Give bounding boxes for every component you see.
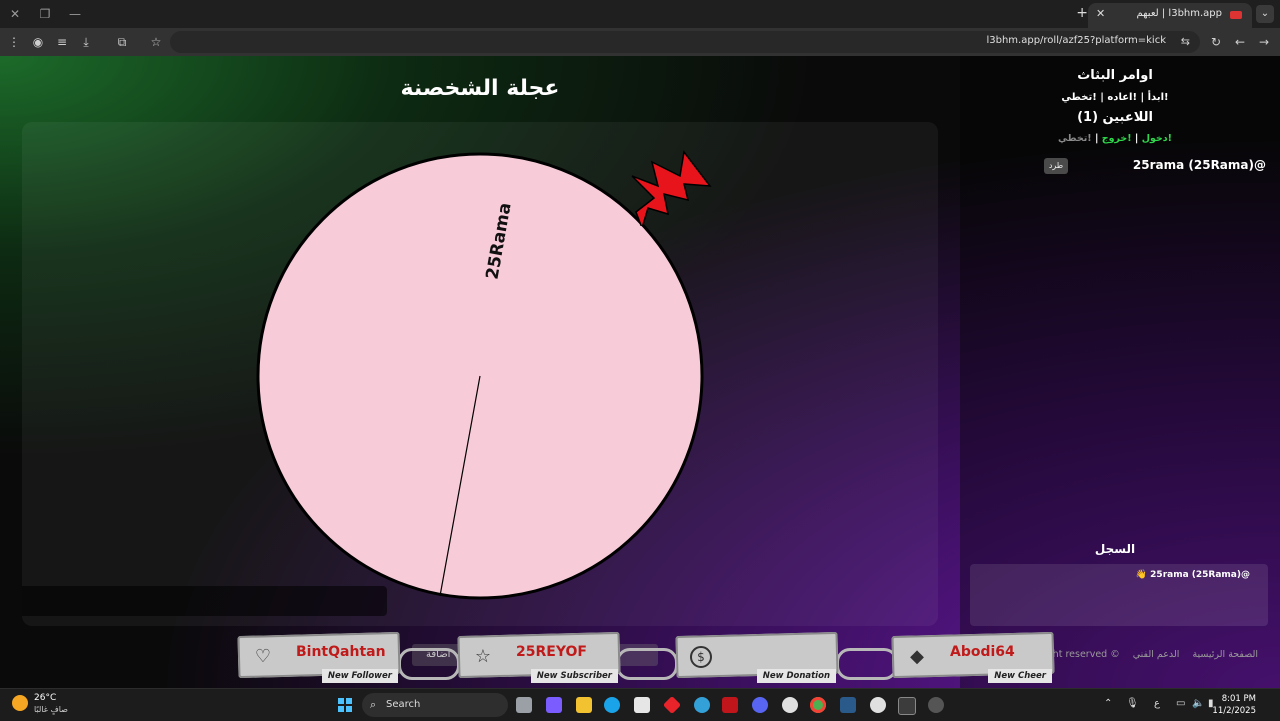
discord-icon[interactable]	[752, 697, 768, 713]
skip-command: !تخطي	[1058, 133, 1092, 144]
alert-card: ◆ Abodi64 New Cheer	[891, 631, 1055, 684]
page-content: عجلة الشخصنة 25Rama اوامر البثاث !ابدأ |…	[0, 56, 1280, 688]
menu-kebab-icon[interactable]: ⋮	[6, 34, 22, 50]
app-circle-icon[interactable]	[928, 697, 944, 713]
player-commands: !دخول | !خروج | !تخطي	[960, 133, 1270, 144]
commands-title: اوامر البثاث	[1077, 68, 1153, 83]
footer-support-link[interactable]: الدعم الفني	[1133, 649, 1180, 660]
alert-type: New Cheer	[988, 669, 1052, 683]
profile-icon[interactable]: ◉	[30, 34, 46, 50]
tab-favicon-icon	[1230, 11, 1242, 19]
footer-rights: © ght reserved	[1046, 649, 1120, 660]
browser-tab-bar: ✕ ❐ — + ✕ l3bhm.app | لعبهم ⌄	[0, 0, 1280, 28]
page-title: عجلة الشخصنة	[400, 76, 560, 101]
tab-search-icon[interactable]: ⌄	[1256, 5, 1274, 23]
alert-card: ♡ BintQahtan New Follower	[237, 631, 401, 684]
file-explorer-icon[interactable]	[576, 697, 592, 713]
join-command: !دخول	[1141, 133, 1172, 144]
forward-icon[interactable]: ←	[1232, 34, 1248, 50]
steam-icon[interactable]	[840, 697, 856, 713]
alert-name: BintQahtan	[296, 644, 386, 660]
task-view-icon[interactable]	[516, 697, 532, 713]
player-row: 25rama (25Rama)@ طرد	[1040, 156, 1266, 176]
url-text: l3bhm.app/roll/azf25?platform=kick	[986, 35, 1166, 46]
footer: الصفحة الرئيسية الدعم الفني © ght reserv…	[1037, 649, 1258, 660]
taskbar-search[interactable]: ⌕ Search	[362, 693, 508, 717]
footer-home-link[interactable]: الصفحة الرئيسية	[1192, 649, 1258, 660]
chrome-icon[interactable]	[810, 697, 826, 713]
weather-icon[interactable]	[12, 695, 28, 711]
separator: |	[1134, 133, 1139, 144]
bookmark-star-icon[interactable]: ☆	[148, 34, 164, 50]
kick-button[interactable]: طرد	[1044, 158, 1068, 174]
language-indicator[interactable]: ع	[1154, 698, 1160, 709]
diamond-icon: ◆	[910, 646, 924, 667]
paperclip-icon	[398, 648, 460, 680]
start-menu-icon[interactable]	[338, 698, 352, 712]
browser-tab[interactable]: ✕ l3bhm.app | لعبهم	[1088, 3, 1252, 28]
app-blue-icon[interactable]	[694, 697, 710, 713]
reload-icon[interactable]: ↻	[1208, 34, 1224, 50]
alert-name: 25REYOF	[516, 644, 587, 660]
tab-close-icon[interactable]: ✕	[1096, 7, 1105, 20]
paperclip-icon	[616, 648, 678, 680]
weather-description[interactable]: صافٍ غالبًا	[34, 705, 68, 714]
alert-card: $ New Donation	[675, 631, 839, 684]
coin-icon: $	[690, 646, 712, 668]
window-restore-icon[interactable]: ❐	[36, 5, 54, 23]
separator: |	[1094, 133, 1099, 144]
search-icon: ⌕	[370, 698, 377, 711]
alert-type: New Follower	[321, 669, 398, 683]
commands-list: !ابدأ | !اعاده | !تخطي	[1061, 92, 1169, 103]
clock-time: 8:01 PM	[1221, 694, 1256, 704]
clock-date: 11/2/2025	[1212, 706, 1256, 716]
side-panel: اوامر البثاث !ابدأ | !اعاده | !تخطي اللا…	[960, 56, 1280, 688]
alert-type: New Donation	[756, 669, 836, 683]
terminal-icon[interactable]	[898, 697, 916, 715]
players-title: اللاعبين (1)	[1077, 110, 1153, 125]
volume-icon[interactable]: 🔈	[1192, 698, 1204, 709]
back-icon[interactable]: →	[1256, 34, 1272, 50]
network-icon[interactable]: ▭	[1176, 698, 1185, 709]
app-gear-icon[interactable]	[782, 697, 798, 713]
heart-icon: ♡	[254, 646, 272, 667]
tab-title: l3bhm.app | لعبهم	[1136, 8, 1222, 19]
browser-toolbar: ⋮ ◉ ≡ ⤓ ⧉ ☆ l3bhm.app/roll/azf25?platfor…	[0, 28, 1280, 56]
settings-icon[interactable]	[870, 697, 886, 713]
player-name: 25rama (25Rama)@	[1132, 158, 1266, 172]
extensions-icon[interactable]: ⧉	[114, 34, 130, 50]
site-settings-icon[interactable]: ⇆	[1181, 35, 1190, 48]
address-bar[interactable]: l3bhm.app/roll/azf25?platform=kick ⇆	[170, 31, 1200, 53]
star-icon: ☆	[474, 646, 492, 667]
windows-taskbar: 26°C صافٍ غالبًا ⌕ Search ⌃ 🎙 ع ▭ 🔈 ▮ 8:…	[0, 688, 1280, 721]
copilot-icon[interactable]	[546, 697, 562, 713]
alert-card: ☆ 25REYOF New Subscriber	[457, 631, 621, 684]
edge-icon[interactable]	[604, 697, 620, 713]
new-tab-button[interactable]: +	[1076, 5, 1088, 21]
tray-overflow-icon[interactable]: ⌃	[1104, 698, 1112, 709]
alert-type: New Subscriber	[530, 669, 618, 683]
weather-temperature[interactable]: 26°C	[34, 693, 56, 703]
log-title: السجل	[1094, 542, 1136, 556]
paperclip-icon	[836, 648, 898, 680]
search-label: Search	[386, 699, 421, 710]
log-box: 👋 25rama (25Rama)@	[970, 564, 1268, 626]
clock[interactable]: 8:01 PM 11/2/2025	[1212, 693, 1256, 717]
store-icon[interactable]	[634, 697, 650, 713]
reading-list-icon[interactable]: ≡	[54, 34, 70, 50]
leave-command: !خروج	[1101, 133, 1132, 144]
wheel-pointer-icon	[631, 150, 712, 226]
download-icon[interactable]: ⤓	[78, 34, 94, 50]
mcafee-icon[interactable]	[722, 697, 738, 713]
alert-name: Abodi64	[950, 644, 1015, 660]
window-minimize-icon[interactable]: —	[66, 5, 84, 23]
window-close-icon[interactable]: ✕	[6, 5, 24, 23]
microphone-icon[interactable]: 🎙	[1126, 698, 1139, 709]
log-entry: 👋 25rama (25Rama)@	[1135, 570, 1250, 580]
app-red-icon[interactable]	[662, 695, 682, 715]
